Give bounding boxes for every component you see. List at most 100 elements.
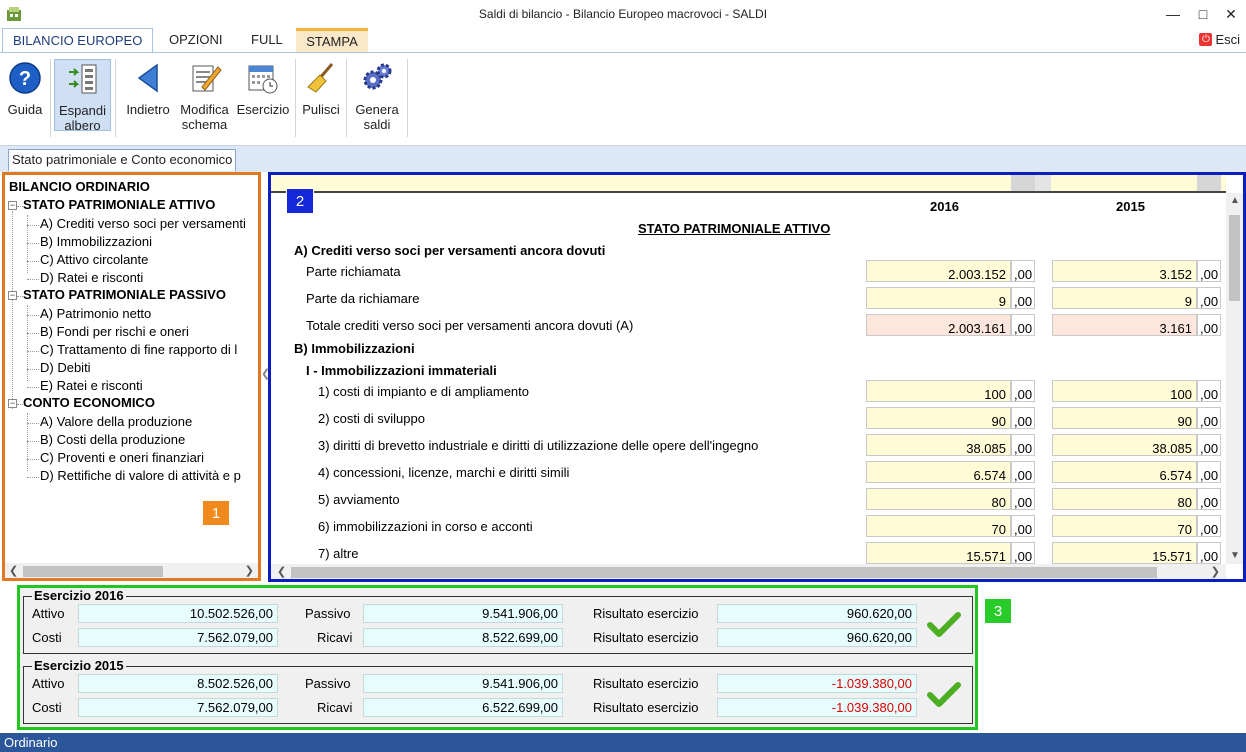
value-cell-2015[interactable]: 80 [1052,488,1197,510]
total-cell-2015: 3.161 [1052,314,1197,336]
value-cell-2015[interactable]: 90 [1052,407,1197,429]
risultato-label: Risultato esercizio [593,606,699,621]
genera-saldi-button[interactable]: Genera saldi [350,59,404,132]
tree-connector [27,215,28,273]
value-cell-2015[interactable]: 100 [1052,380,1197,402]
value-cell-2016[interactable]: 6.574 [866,461,1011,483]
tree-item[interactable]: D) Ratei e risconti [40,270,143,285]
row-label: Totale crediti verso soci per versamenti… [306,318,634,333]
value-cell-2015[interactable]: 70 [1052,515,1197,537]
back-arrow-icon [137,63,158,93]
decimal-cell: ,00 [1011,407,1035,429]
close-icon[interactable]: ✕ [1216,3,1246,25]
tab-stato-patrimoniale-conto-economico[interactable]: Stato patrimoniale e Conto economico [8,149,237,171]
esercizio-button[interactable]: Esercizio [234,59,292,131]
modifica-schema-button[interactable]: Modifica schema [177,59,232,132]
ribbon-separator [50,59,51,137]
scroll-left-icon[interactable]: ❮ [277,565,286,578]
summary-panel: Esercizio 2016 Attivo 10.502.526,00 Pass… [17,585,978,730]
value-cell-2016[interactable]: 90 [866,407,1011,429]
scroll-thumb[interactable] [1229,215,1240,301]
value-cell-2016[interactable]: 80 [866,488,1011,510]
tree-item[interactable]: B) Costi della produzione [40,432,185,447]
tree-item[interactable]: B) Immobilizzazioni [40,234,152,249]
tree-item[interactable]: B) Fondi per rischi e oneri [40,324,189,339]
tree-item[interactable]: A) Patrimonio netto [40,306,151,321]
tree-item[interactable]: D) Rettifiche di valore di attività e p [40,468,241,483]
value-cell-2015[interactable]: 15.571 [1052,542,1197,564]
decimal-cell: ,00 [1197,515,1221,537]
scroll-thumb[interactable] [291,567,1157,578]
tree-connector [27,225,39,226]
tree-item[interactable]: E) Ratei e risconti [40,378,143,393]
guida-button[interactable]: ? Guida [4,59,46,131]
svg-text:?: ? [19,68,31,90]
gears-icon [363,63,392,90]
genera-label: Genera [355,102,399,117]
schema-label: schema [181,117,228,132]
value-cell-2015[interactable]: 6.574 [1052,461,1197,483]
grid-vertical-scrollbar[interactable]: ▲ ▼ [1226,193,1243,564]
tree-item[interactable]: A) Valore della produzione [40,414,192,429]
passivo-label: Passivo [305,676,351,691]
tab-opzioni[interactable]: OPZIONI [159,28,232,52]
scroll-down-icon[interactable]: ▼ [1230,550,1240,561]
collapse-icon[interactable]: − [8,399,17,408]
grid-horizontal-scrollbar[interactable]: ❮ ❯ [271,564,1226,579]
decimal-cell: ,00 [1197,314,1221,336]
value-cell-2016[interactable]: 15.571 [866,542,1011,564]
decimal-cell: ,00 [1197,380,1221,402]
help-icon: ? [9,62,41,94]
decimal-cell: ,00 [1011,314,1035,336]
tree-item[interactable]: C) Proventi e oneri finanziari [40,450,204,465]
indietro-button[interactable]: Indietro [121,59,175,131]
decimal-cell: ,00 [1011,542,1035,564]
tree-node-attivo[interactable]: STATO PATRIMONIALE ATTIVO [23,197,215,212]
splitter-handle-icon[interactable]: ❮ [261,367,270,380]
value-cell-2016[interactable]: 2.003.152 [866,260,1011,282]
row-label: 4) concessioni, licenze, marchi e diritt… [318,465,570,480]
risultato-field: -1.039.380,00 [717,674,917,693]
value-cell-2015[interactable]: 38.085 [1052,434,1197,456]
tree-connector [27,333,39,334]
grid-header-spacer [1011,175,1035,191]
value-cell-2016[interactable]: 70 [866,515,1011,537]
tree-root[interactable]: BILANCIO ORDINARIO [9,179,150,194]
pulisci-button[interactable]: Pulisci [299,59,343,131]
tab-stampa[interactable]: STAMPA [296,28,368,52]
maximize-icon[interactable]: □ [1188,3,1218,25]
tree-node-passivo[interactable]: STATO PATRIMONIALE PASSIVO [23,287,226,302]
decimal-cell: ,00 [1011,380,1035,402]
scroll-left-icon[interactable]: ❮ [9,564,18,577]
window-title: Saldi di bilancio - Bilancio Europeo mac… [478,7,768,21]
tab-full[interactable]: FULL [241,28,293,52]
value-cell-2015[interactable]: 9 [1052,287,1197,309]
value-cell-2016[interactable]: 9 [866,287,1011,309]
minimize-icon[interactable]: — [1158,3,1188,25]
tree-panel: BILANCIO ORDINARIO − STATO PATRIMONIALE … [2,172,261,581]
tree-item[interactable]: A) Crediti verso soci per versamenti [40,216,246,231]
value-cell-2016[interactable]: 100 [866,380,1011,402]
tree-connector [27,243,39,244]
collapse-icon[interactable]: − [8,291,17,300]
scroll-right-icon[interactable]: ❯ [245,564,254,577]
value-cell-2016[interactable]: 38.085 [866,434,1011,456]
ribbon-separator [346,59,347,137]
collapse-icon[interactable]: − [8,201,17,210]
tab-bilancio-europeo[interactable]: BILANCIO EUROPEO [2,28,154,53]
tree-connector [12,211,13,409]
espandi-albero-button[interactable]: Espandi albero [54,59,111,133]
scroll-right-icon[interactable]: ❯ [1211,565,1220,578]
exit-button[interactable]: ⏻ Esci [1199,32,1240,47]
modifica-label: Modifica [180,102,229,117]
tree-node-economico[interactable]: CONTO ECONOMICO [23,395,155,410]
tree-item[interactable]: D) Debiti [40,360,91,375]
scroll-up-icon[interactable]: ▲ [1230,195,1240,206]
group-title: Esercizio 2016 [32,588,126,603]
tree-item[interactable]: C) Trattamento di fine rapporto di l [40,342,237,357]
tree-horizontal-scrollbar[interactable]: ❮ ❯ [5,563,258,578]
scroll-thumb[interactable] [23,566,163,577]
group-title: Esercizio 2015 [32,658,126,673]
value-cell-2015[interactable]: 3.152 [1052,260,1197,282]
tree-item[interactable]: C) Attivo circolante [40,252,148,267]
